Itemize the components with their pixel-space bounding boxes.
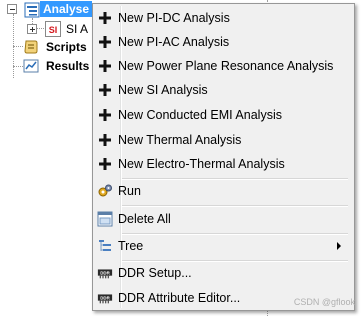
menu-item-label: Run: [118, 184, 141, 198]
tree-line: [13, 46, 23, 47]
context-menu: New PI-DC Analysis New PI-AC Analysis Ne…: [92, 3, 355, 311]
menu-item-new-thermal-analysis[interactable]: New Thermal Analysis: [95, 128, 352, 152]
menu-item-label: DDR Attribute Editor...: [118, 291, 241, 305]
menu-item-ddr-setup[interactable]: DDR DDR Setup...: [95, 261, 352, 285]
svg-text:DDR: DDR: [100, 270, 110, 275]
scripts-icon: [23, 39, 39, 55]
plus-icon: [97, 58, 113, 74]
plus-icon: [97, 107, 113, 123]
plus-icon: [97, 10, 113, 26]
menu-item-tree[interactable]: Tree: [95, 234, 352, 258]
menu-item-run[interactable]: Run: [95, 179, 352, 203]
tree-line: [13, 66, 23, 67]
menu-item-new-pi-ac-analysis[interactable]: New PI-AC Analysis: [95, 30, 352, 54]
menu-item-label: DDR Setup...: [118, 266, 192, 280]
menu-item-label: New SI Analysis: [118, 83, 208, 97]
si-analysis-icon: SI: [45, 21, 61, 37]
gears-icon: [97, 183, 113, 199]
submenu-arrow-icon: [337, 242, 341, 250]
watermark: CSDN @gflook: [293, 297, 355, 307]
tree-node-results[interactable]: Results: [46, 58, 89, 74]
menu-item-delete-all[interactable]: Delete All: [95, 207, 352, 231]
plus-icon: [97, 156, 113, 172]
analysis-folder-icon: [24, 2, 40, 18]
menu-item-new-power-plane-resonance-analysis[interactable]: New Power Plane Resonance Analysis: [95, 54, 352, 78]
menu-item-label: New Power Plane Resonance Analysis: [118, 59, 334, 73]
menu-item-new-pi-dc-analysis[interactable]: New PI-DC Analysis: [95, 6, 352, 30]
menu-item-new-electro-thermal-analysis[interactable]: New Electro-Thermal Analysis: [95, 152, 352, 176]
menu-item-label: New PI-DC Analysis: [118, 11, 230, 25]
ddr-icon: DDR: [97, 290, 113, 306]
menu-item-label: New PI-AC Analysis: [118, 35, 230, 49]
plus-icon: [97, 34, 113, 50]
expand-toggle[interactable]: [27, 24, 37, 34]
menu-item-label: Delete All: [118, 212, 171, 226]
svg-text:DDR: DDR: [100, 295, 110, 300]
menu-item-label: New Electro-Thermal Analysis: [118, 157, 285, 171]
menu-item-label: New Conducted EMI Analysis: [118, 108, 282, 122]
tree-icon: [97, 238, 113, 254]
delete-all-icon: [97, 211, 113, 227]
tree-node-si-analysis[interactable]: SI A: [66, 21, 88, 37]
menu-item-new-conducted-emi-analysis[interactable]: New Conducted EMI Analysis: [95, 103, 352, 127]
menu-item-new-si-analysis[interactable]: New SI Analysis: [95, 78, 352, 102]
results-icon: [23, 58, 39, 74]
tree-node-scripts[interactable]: Scripts: [46, 39, 87, 55]
menu-item-label: Tree: [118, 239, 144, 253]
tree-node-analyse[interactable]: Analyse: [43, 1, 89, 17]
plus-icon: [97, 82, 113, 98]
plus-icon: [97, 132, 113, 148]
menu-item-label: New Thermal Analysis: [118, 133, 242, 147]
ddr-icon: DDR: [97, 265, 113, 281]
collapse-toggle[interactable]: [7, 4, 17, 14]
svg-text:SI: SI: [49, 25, 58, 35]
